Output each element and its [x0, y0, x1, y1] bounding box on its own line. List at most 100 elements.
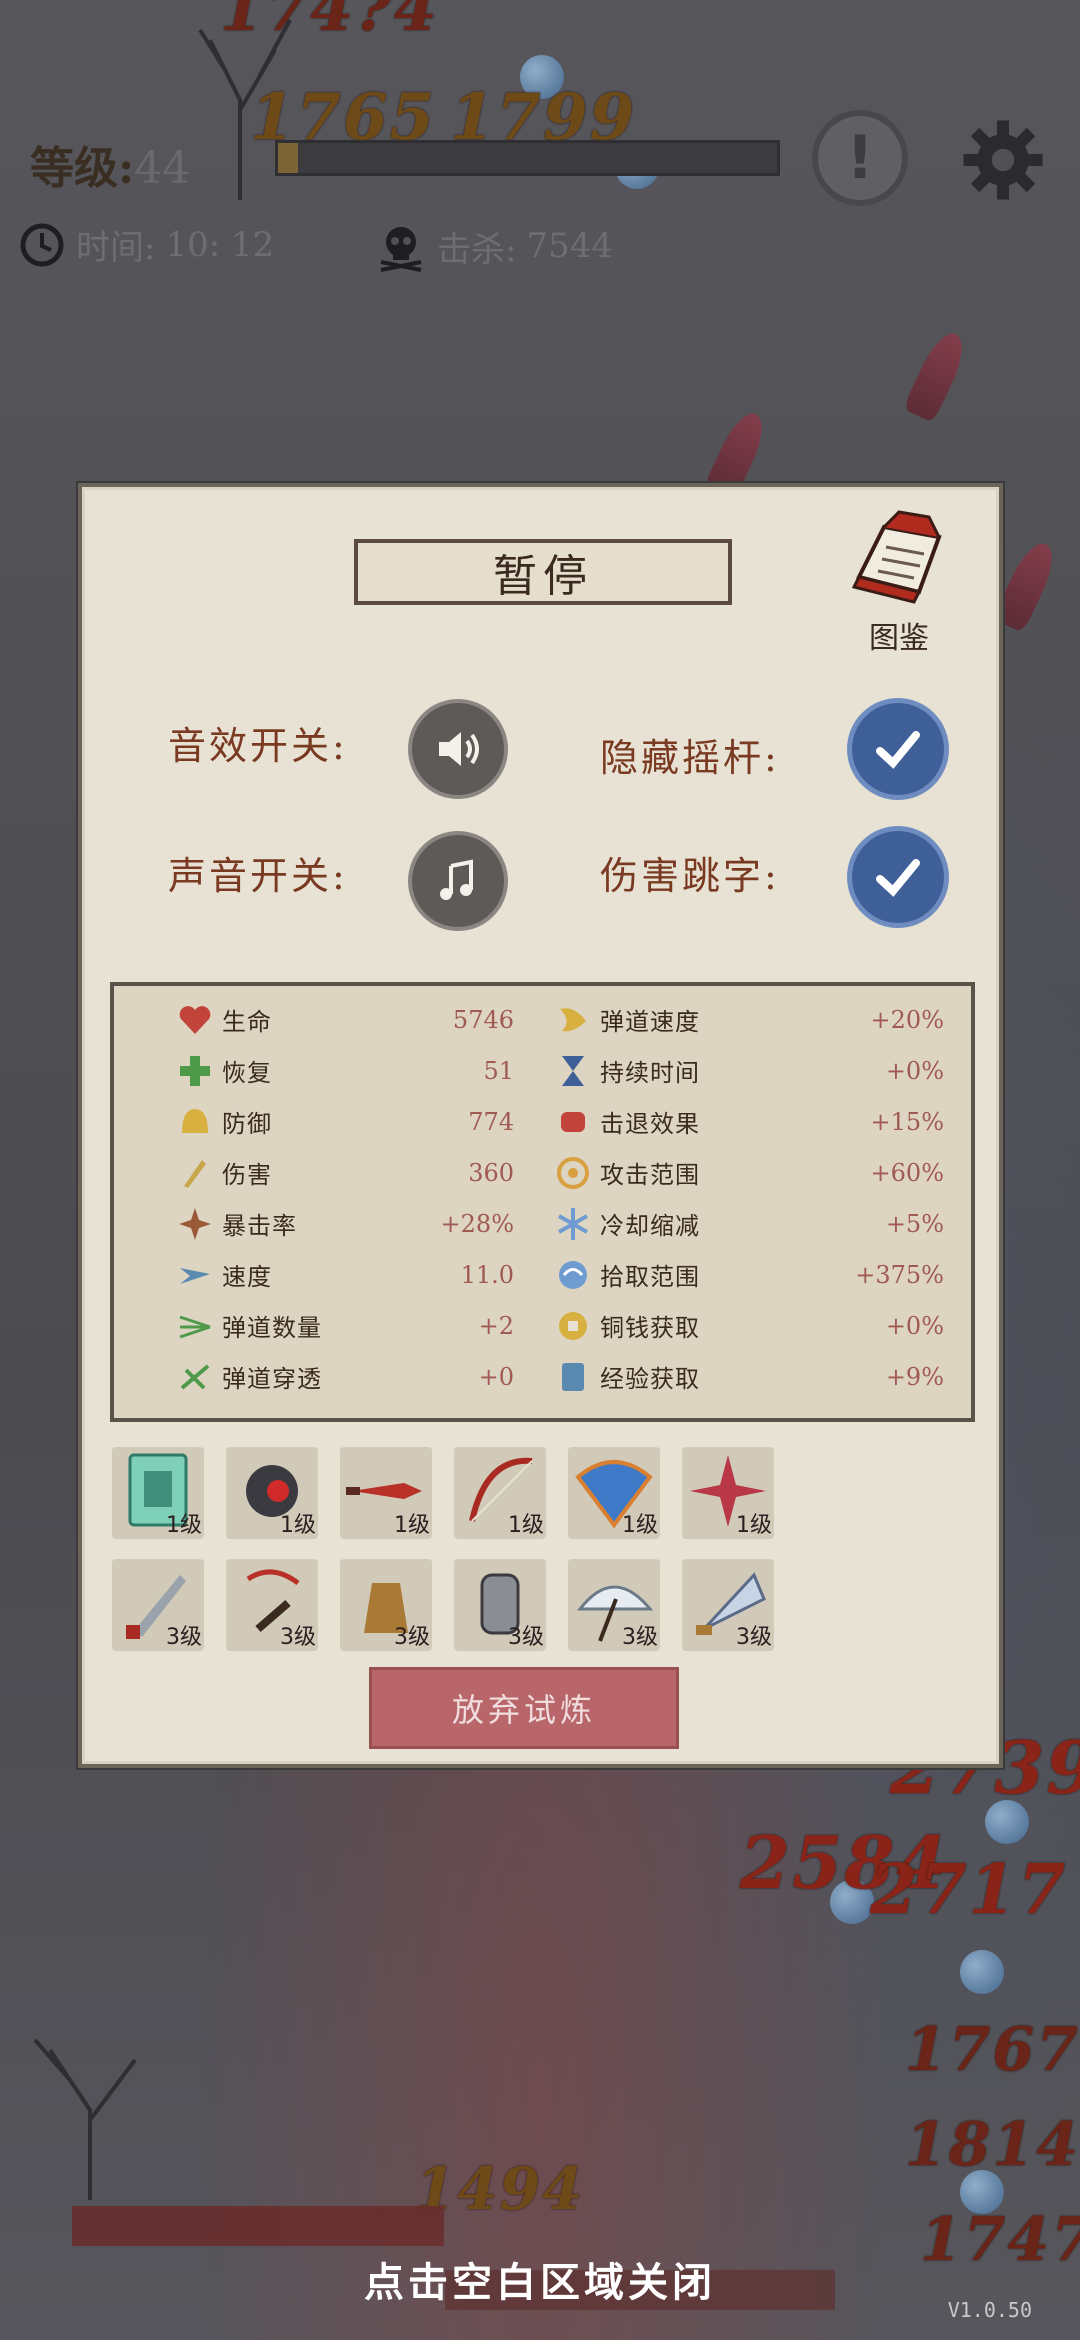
stat-name: 拾取范围: [600, 1263, 700, 1291]
item-slot[interactable]: 3级: [682, 1559, 774, 1651]
pause-title: 暂停: [354, 539, 732, 605]
hide-joystick-toggle[interactable]: [852, 703, 944, 795]
xp-bar-fill: [278, 143, 298, 173]
stats-table: 生命 5746 恢复 51 防御 774 伤害 360 暴击率 +28% 速度 11.0 弹道数量 +2 弹…: [110, 982, 975, 1422]
stat-row: 经验获取 +9%: [554, 1351, 954, 1402]
item-level: 1级: [394, 1513, 430, 1538]
alert-button[interactable]: !: [812, 110, 908, 206]
stat-name: 暴击率: [222, 1212, 297, 1240]
stat-name: 持续时间: [600, 1059, 700, 1087]
stat-value: +9%: [885, 1362, 944, 1391]
stat-name: 速度: [222, 1263, 272, 1291]
damage-numbers-toggle[interactable]: [852, 831, 944, 923]
target-icon: [554, 1154, 592, 1192]
item-slot[interactable]: 1级: [340, 1447, 432, 1539]
stat-name: 防御: [222, 1110, 272, 1138]
pause-panel: 暂停 图鉴 音效开关: 隐藏摇杆: 声音开关: 伤害跳字: 生命 5746 恢复…: [78, 483, 1003, 1768]
sound-effects-label: 音效开关:: [168, 724, 348, 768]
item-slot[interactable]: 1级: [454, 1447, 546, 1539]
stat-row: 弹道数量 +2: [114, 1300, 514, 1351]
version-label: V1.0.50: [947, 2298, 1032, 2322]
stat-value: +28%: [440, 1209, 514, 1238]
damage-number: 2717: [870, 1850, 1068, 1930]
hide-joystick-label: 隐藏摇杆:: [600, 736, 780, 780]
pickup-icon: [554, 1256, 592, 1294]
codex-book-icon: [851, 510, 942, 604]
xp-bar: [275, 140, 780, 176]
stat-value: 360: [468, 1158, 514, 1187]
time-value: 10: 12: [165, 224, 275, 265]
boss-health-bar: [72, 2206, 444, 2246]
checkmark-icon: [876, 731, 920, 769]
projectile-speed-icon: [554, 1001, 592, 1039]
stat-value: +0%: [885, 1311, 944, 1340]
passives-row: 3级 3级 3级 3级 3级 3级: [112, 1559, 812, 1655]
item-level: 1级: [166, 1513, 202, 1538]
heart-icon: [176, 1001, 214, 1039]
kills-label: 击杀:: [437, 229, 517, 270]
checkmark-icon: [876, 859, 920, 897]
item-level: 3级: [280, 1625, 316, 1650]
damage-numbers-label: 伤害跳字:: [600, 854, 780, 898]
stat-name: 弹道速度: [600, 1008, 700, 1036]
stat-row: 持续时间 +0%: [554, 1045, 954, 1096]
item-level: 3级: [736, 1625, 772, 1650]
stat-value: 51: [483, 1056, 514, 1085]
codex-label: 图鉴: [869, 621, 929, 656]
clock-icon: [20, 223, 64, 266]
codex-button[interactable]: 图鉴: [829, 507, 969, 657]
stat-row: 弹道穿透 +0: [114, 1351, 514, 1402]
stat-row: 生命 5746: [114, 994, 514, 1045]
item-slot[interactable]: 3级: [226, 1559, 318, 1651]
close-hint[interactable]: 点击空白区域关闭: [0, 2250, 1080, 2308]
stat-value: +2: [478, 1311, 514, 1340]
item-slot[interactable]: 3级: [454, 1559, 546, 1651]
item-slot[interactable]: 3级: [340, 1559, 432, 1651]
item-slot[interactable]: 3级: [568, 1559, 660, 1651]
exclamation-icon: !: [846, 123, 874, 193]
stats-column-left: 生命 5746 恢复 51 防御 774 伤害 360 暴击率 +28% 速度 11.0 弹道数量 +2 弹…: [114, 994, 514, 1402]
speaker-icon: [439, 732, 479, 766]
item-level: 1级: [736, 1513, 772, 1538]
snowflake-icon: [554, 1205, 592, 1243]
item-slot[interactable]: 1级: [112, 1447, 204, 1539]
stat-value: +375%: [855, 1260, 944, 1289]
item-slot[interactable]: 1级: [682, 1447, 774, 1539]
scroll-book-icon: [554, 1358, 592, 1396]
stat-value: +60%: [870, 1158, 944, 1187]
stat-row: 弹道速度 +20%: [554, 994, 954, 1045]
item-slot[interactable]: 1级: [568, 1447, 660, 1539]
stat-row: 击退效果 +15%: [554, 1096, 954, 1147]
item-level: 3级: [394, 1625, 430, 1650]
level-value: 44: [134, 143, 191, 194]
stat-name: 生命: [222, 1008, 272, 1036]
kills-display: 击杀: 7544: [375, 220, 613, 272]
sound-effects-toggle[interactable]: [412, 703, 504, 795]
stat-row: 恢复 51: [114, 1045, 514, 1096]
weapons-row: 1级 1级 1级 1级 1级 1级: [112, 1447, 812, 1543]
enemy-spirit: [960, 1950, 1004, 1994]
sword-icon: [176, 1154, 214, 1192]
stat-row: 速度 11.0: [114, 1249, 514, 1300]
stat-value: +20%: [870, 1005, 944, 1034]
stat-name: 击退效果: [600, 1110, 700, 1138]
item-level: 1级: [622, 1513, 658, 1538]
damage-number: 174?4: [220, 0, 439, 45]
stat-value: 774: [468, 1107, 514, 1136]
stat-value: +15%: [870, 1107, 944, 1136]
stat-row: 暴击率 +28%: [114, 1198, 514, 1249]
level-label: 等级:: [30, 143, 135, 194]
settings-button[interactable]: [955, 112, 1051, 208]
time-label: 时间:: [76, 228, 156, 268]
item-slot[interactable]: 3级: [112, 1559, 204, 1651]
stat-row: 冷却缩减 +5%: [554, 1198, 954, 1249]
item-slot[interactable]: 1级: [226, 1447, 318, 1539]
damage-number: 1814: [905, 2110, 1080, 2180]
abandon-trial-button[interactable]: 放弃试炼: [369, 1667, 679, 1749]
skull-icon: [380, 227, 422, 272]
stat-name: 伤害: [222, 1161, 272, 1189]
item-level: 1级: [280, 1513, 316, 1538]
sound-toggle[interactable]: [412, 835, 504, 927]
stat-row: 伤害 360: [114, 1147, 514, 1198]
sound-label: 声音开关:: [168, 854, 348, 898]
